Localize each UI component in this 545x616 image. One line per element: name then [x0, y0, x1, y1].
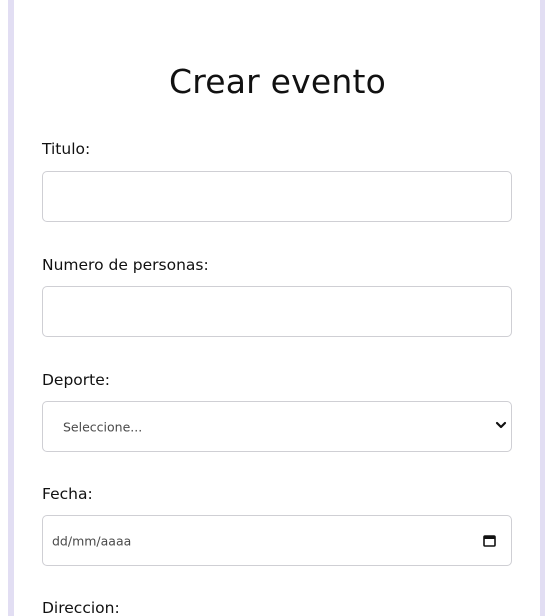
titulo-input[interactable] — [42, 171, 512, 222]
direccion-label: Direccion: — [42, 599, 120, 616]
deporte-label: Deporte: — [42, 371, 111, 389]
page-title: Crear evento — [168, 62, 387, 101]
numero-personas-input[interactable] — [42, 286, 512, 337]
chevron-down-icon — [495, 421, 507, 429]
fecha-input[interactable]: dd/mm/aaaa — [42, 515, 512, 566]
titulo-label: Titulo: — [42, 140, 91, 158]
deporte-select[interactable]: Seleccione... — [42, 401, 512, 452]
fecha-input-placeholder: dd/mm/aaaa — [52, 533, 132, 548]
deporte-select-value: Seleccione... — [63, 419, 143, 434]
numero-personas-label: Numero de personas: — [42, 256, 209, 274]
fecha-label: Fecha: — [42, 485, 93, 503]
calendar-icon[interactable] — [483, 534, 496, 547]
